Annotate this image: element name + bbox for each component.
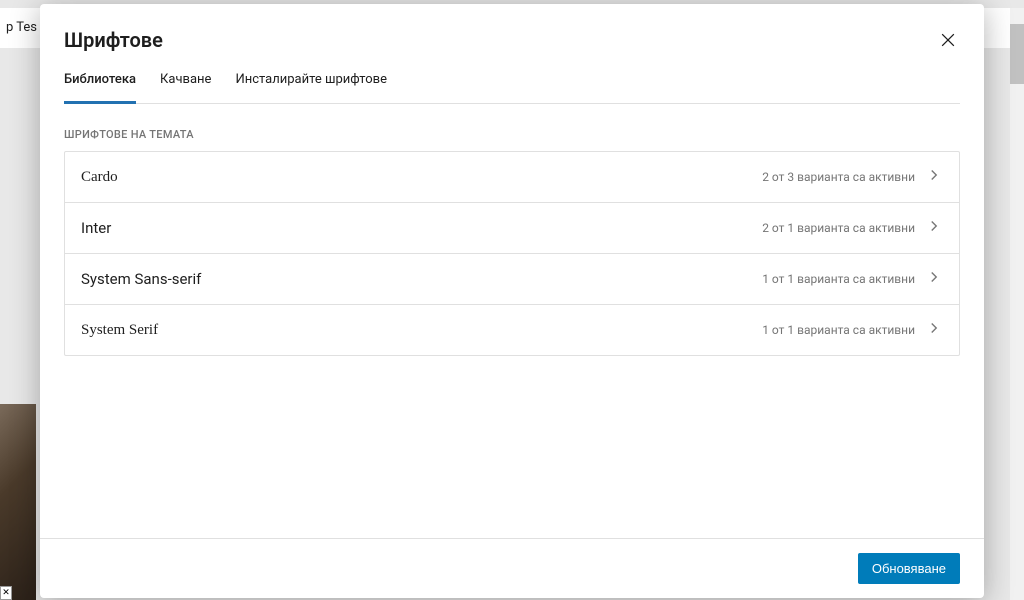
chevron-right-icon: [925, 319, 943, 341]
font-row-system-sans[interactable]: System Sans-serif 1 от 1 варианта са акт…: [65, 254, 959, 305]
tab-library[interactable]: Библиотека: [64, 72, 136, 104]
close-icon: [938, 30, 958, 50]
font-name: System Serif: [81, 322, 158, 339]
modal-overlay: Шрифтове Библиотека Качване Инсталирайте…: [0, 0, 1024, 600]
modal-footer: Обновяване: [40, 538, 984, 598]
chevron-right-icon: [925, 166, 943, 188]
font-status: 2 от 1 варианта са активни: [762, 221, 915, 235]
font-name: Cardo: [81, 169, 118, 186]
font-name: Inter: [81, 219, 111, 237]
font-row-right: 1 от 1 варианта са активни: [762, 319, 943, 341]
font-list: Cardo 2 от 3 варианта са активни Inter 2…: [64, 151, 960, 356]
chevron-right-icon: [925, 268, 943, 290]
font-status: 1 от 1 варианта са активни: [762, 272, 915, 286]
font-row-inter[interactable]: Inter 2 от 1 варианта са активни: [65, 203, 959, 254]
font-status: 1 от 1 варианта са активни: [762, 323, 915, 337]
font-row-right: 2 от 3 варианта са активни: [762, 166, 943, 188]
modal-header: Шрифтове Библиотека Качване Инсталирайте…: [40, 4, 984, 104]
font-row-cardo[interactable]: Cardo 2 от 3 варианта са активни: [65, 152, 959, 203]
modal-body: ШРИФТОВЕ НА ТЕМАТА Cardo 2 от 3 варианта…: [40, 104, 984, 538]
close-button[interactable]: [936, 28, 960, 52]
update-button[interactable]: Обновяване: [858, 553, 960, 584]
modal-title: Шрифтове: [64, 28, 163, 52]
tab-upload[interactable]: Качване: [160, 72, 211, 104]
font-status: 2 от 3 варианта са активни: [762, 170, 915, 184]
font-row-right: 1 от 1 варианта са активни: [762, 268, 943, 290]
font-row-system-serif[interactable]: System Serif 1 от 1 варианта са активни: [65, 305, 959, 355]
fonts-modal: Шрифтове Библиотека Качване Инсталирайте…: [40, 4, 984, 598]
font-name: System Sans-serif: [81, 270, 201, 288]
modal-title-row: Шрифтове: [64, 28, 960, 52]
tabs: Библиотека Качване Инсталирайте шрифтове: [64, 72, 960, 104]
section-label: ШРИФТОВЕ НА ТЕМАТА: [64, 128, 960, 141]
tab-install[interactable]: Инсталирайте шрифтове: [235, 72, 387, 104]
chevron-right-icon: [925, 217, 943, 239]
font-row-right: 2 от 1 варианта са активни: [762, 217, 943, 239]
